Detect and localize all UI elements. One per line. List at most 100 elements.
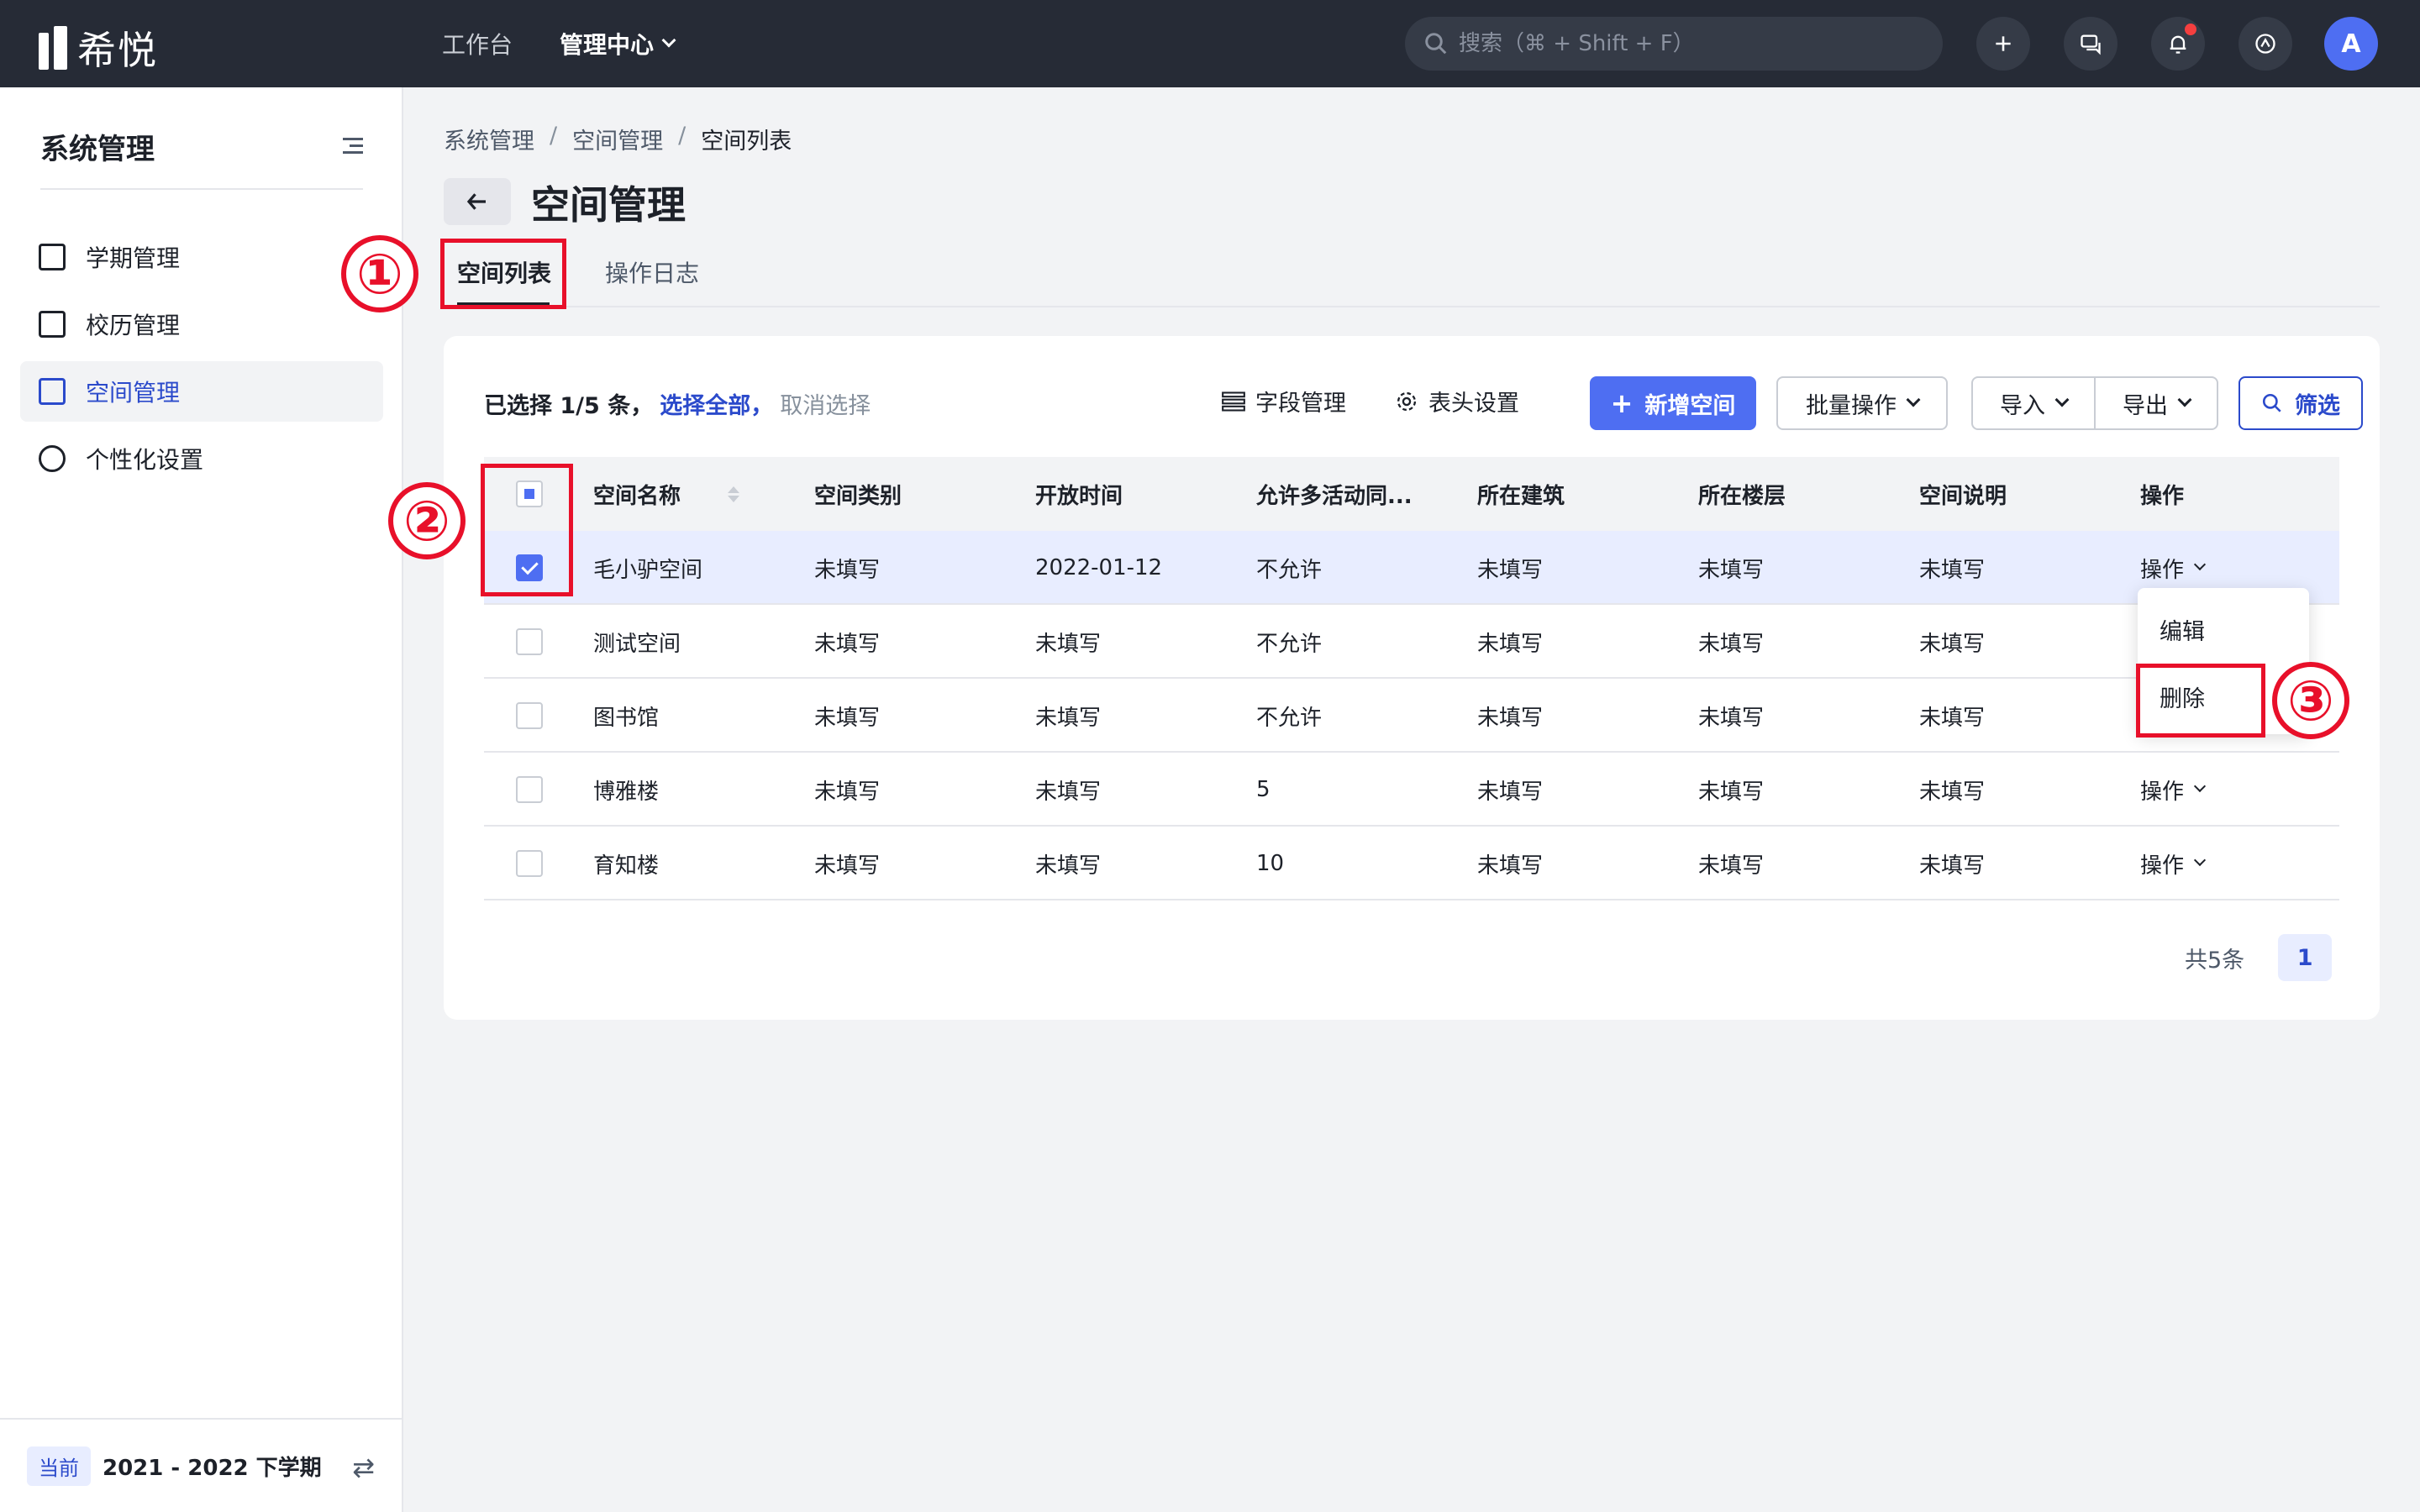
sidebar-item-label: 空间管理 [86,379,181,407]
menu-item-edit[interactable]: 编辑 [2160,613,2205,646]
table-row[interactable]: 博雅楼 未填写 未填写 5 未填写 未填写 未填写 操作 [484,753,2339,827]
cell-open-time: 未填写 [1035,779,1102,805]
tab-operation-log[interactable]: 操作日志 [605,255,699,289]
add-space-button[interactable]: + 新增空间 [1590,376,1756,430]
annotation-box-delete [2136,664,2265,738]
cell-building: 未填写 [1477,705,1544,731]
search-icon [1425,33,1447,55]
annotation-number: ② [388,482,466,559]
nav-admin-center[interactable]: 管理中心 [560,27,676,60]
row-actions-dropdown[interactable]: 操作 [2140,848,2207,879]
add-space-label: 新增空间 [1644,392,1736,419]
cell-floor: 未填写 [1698,779,1765,805]
sidebar-header: 系统管理 [40,126,363,190]
row-actions-label: 操作 [2140,557,2185,583]
cell-type: 未填写 [814,631,881,657]
sidebar-item-space[interactable]: 空间管理 [20,361,383,422]
sidebar-item-calendar[interactable]: 校历管理 [20,294,383,354]
app-switch-icon [2255,34,2275,54]
row-checkbox[interactable] [516,702,543,729]
chevron-down-icon [2193,780,2207,793]
arrow-left-icon [466,193,486,210]
search-input[interactable] [1459,31,1896,56]
table-row[interactable]: 毛小驴空间 未填写 2022-01-12 不允许 未填写 未填写 未填写 操作 [484,531,2339,605]
row-checkbox-cell [516,605,543,679]
collapse-sidebar-icon[interactable] [339,134,363,158]
cell-name: 博雅楼 [593,779,660,805]
pagination: 共5条 1 [2185,934,2333,981]
header-settings-label: 表头设置 [1428,391,1519,417]
user-avatar[interactable]: A [2324,17,2378,71]
cancel-selection-link[interactable]: 取消选择 [780,387,871,420]
field-manage-button[interactable]: 字段管理 [1222,385,1346,417]
list-icon [1222,391,1245,412]
batch-ops-dropdown[interactable]: 批量操作 [1776,376,1948,430]
app-logo[interactable]: 希悦 [39,20,158,76]
cell-open-time: 未填写 [1035,705,1102,731]
table-row[interactable]: 图书馆 未填写 未填写 不允许 未填写 未填写 未填写 [484,679,2339,753]
search-icon [2262,393,2281,412]
column-header: 允许多活动同... [1256,483,1413,509]
export-dropdown[interactable]: 导出 [2094,376,2218,430]
nav-workbench[interactable]: 工作台 [442,27,513,60]
message-icon [2081,34,2101,55]
message-button[interactable] [2064,17,2118,71]
row-checkbox-cell [516,827,543,900]
row-checkbox[interactable] [516,850,543,877]
row-actions-dropdown[interactable]: 操作 [2140,553,2207,584]
chevron-down-icon [2193,558,2207,571]
batch-ops-label: 批量操作 [1806,392,1897,419]
chevron-down-icon [1906,392,1921,407]
cell-open-time: 未填写 [1035,631,1102,657]
filter-label: 筛选 [2295,392,2340,419]
import-label: 导入 [2000,392,2045,419]
add-button[interactable] [1976,17,2030,71]
cube-icon [39,378,66,405]
cell-name: 图书馆 [593,705,660,731]
sort-icon[interactable] [728,486,740,502]
breadcrumb-item[interactable]: 空间管理 [572,123,663,155]
sidebar: 系统管理 学期管理 校历管理 空间管理 个性化设置 当前 2021 - 2022… [0,87,403,1512]
sidebar-item-personalization[interactable]: 个性化设置 [20,428,383,489]
chevron-down-icon [2054,392,2070,407]
table-row[interactable]: 育知楼 未填写 未填写 10 未填写 未填写 未填写 操作 [484,827,2339,900]
sidebar-item-label: 个性化设置 [86,446,204,474]
row-checkbox[interactable] [516,776,543,803]
row-checkbox-cell [516,679,543,753]
cell-multi-activity: 不允许 [1256,631,1323,657]
table-row[interactable]: 测试空间 未填写 未填写 不允许 未填写 未填写 未填写 [484,605,2339,679]
search-box[interactable] [1405,17,1943,71]
sidebar-item-term[interactable]: 学期管理 [20,227,383,287]
term-switcher[interactable]: 当前 2021 - 2022 下学期 ⇄ [0,1418,402,1512]
cell-floor: 未填写 [1698,631,1765,657]
header-settings-button[interactable]: 表头设置 [1395,385,1519,417]
row-actions-label: 操作 [2140,779,2185,805]
cell-floor: 未填写 [1698,705,1765,731]
import-dropdown[interactable]: 导入 [1971,376,2096,430]
app-name: 希悦 [77,28,158,73]
filter-button[interactable]: 筛选 [2238,376,2363,430]
app-switch-button[interactable] [2238,17,2292,71]
column-header: 空间类别 [814,483,902,509]
cell-description: 未填写 [1919,705,1986,731]
page-number[interactable]: 1 [2278,934,2333,981]
breadcrumb-item[interactable]: 系统管理 [444,123,534,155]
swap-icon[interactable]: ⇄ [352,1452,375,1483]
cell-type: 未填写 [814,853,881,879]
row-actions-dropdown[interactable]: 操作 [2140,774,2207,806]
chevron-down-icon [661,33,676,48]
column-header: 开放时间 [1035,483,1123,509]
chevron-down-icon [2177,392,2192,407]
selection-count: 已选择 1/5 条， [484,392,654,419]
cell-name: 毛小驴空间 [593,557,703,583]
back-button[interactable] [444,178,511,225]
row-checkbox-cell [516,753,543,827]
tab-label: 操作日志 [605,260,700,287]
select-all-link[interactable]: 选择全部， [660,387,773,420]
notification-button[interactable] [2151,17,2205,71]
cell-name: 测试空间 [593,631,681,657]
wrench-icon [39,445,66,472]
column-header[interactable]: 空间名称 [593,457,740,531]
row-checkbox[interactable] [516,628,543,655]
breadcrumb-separator: / [678,123,687,149]
